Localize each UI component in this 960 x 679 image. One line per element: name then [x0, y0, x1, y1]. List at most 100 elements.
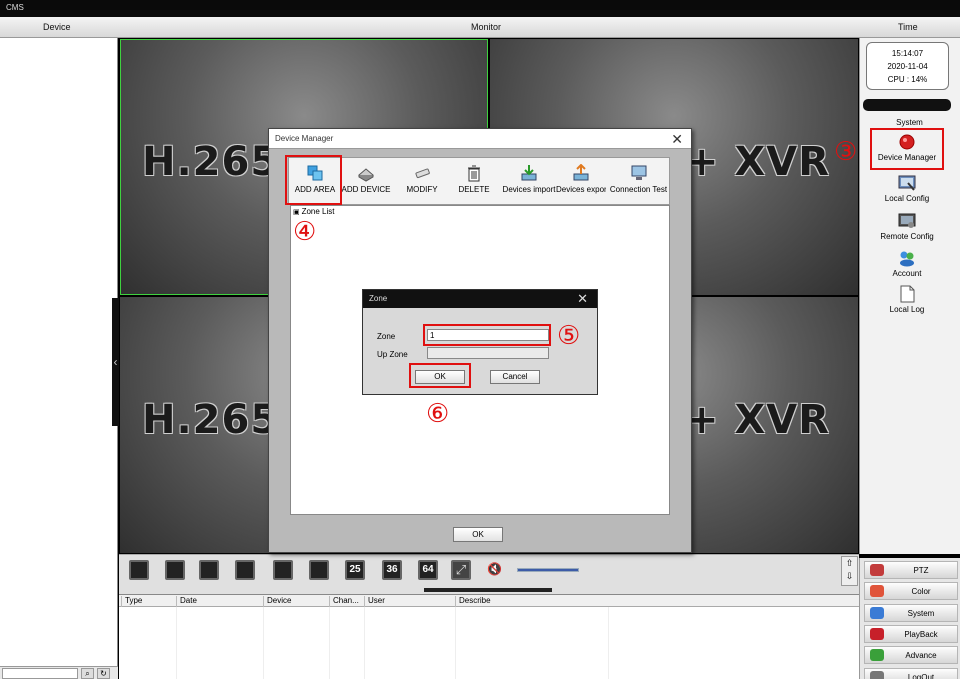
menu-item-label: LogOut — [907, 672, 935, 679]
local-config-icon — [898, 175, 916, 191]
layout-button-9[interactable]: 64 — [418, 560, 438, 580]
callout-box-add-area — [285, 155, 342, 205]
callout-box-device-manager — [870, 128, 944, 170]
column-divider — [455, 607, 456, 679]
callout-step-4: ④ — [293, 217, 317, 247]
zone-dialog-title: Zone — [363, 290, 597, 308]
zone-list-header[interactable]: ▣ Zone List — [293, 207, 334, 216]
color-icon — [870, 585, 884, 598]
layout-button-1[interactable] — [129, 560, 149, 580]
layout-button-3[interactable] — [199, 560, 219, 580]
devices-import-button[interactable]: Devices import — [502, 158, 556, 205]
panel-collapse-handle[interactable]: ‹ — [112, 298, 119, 426]
status-clock: 15:14:07 2020-11-04 CPU : 14% — [866, 42, 949, 90]
layout-button-6[interactable] — [309, 560, 329, 580]
advance-icon — [870, 649, 884, 662]
layout-button-5[interactable] — [273, 560, 293, 580]
device-manager-toolbar: ADD AREA ADD DEVICE MODIFY DELETE Device… — [288, 157, 670, 205]
col-user[interactable]: User — [364, 596, 385, 607]
devices-export-button[interactable]: Devices expor — [556, 158, 606, 205]
local-log-button[interactable]: Local Log — [870, 285, 944, 314]
callout-step-6: ⑥ — [426, 399, 450, 429]
layout-button-2[interactable] — [165, 560, 185, 580]
menu-item-label: System — [907, 608, 935, 618]
log-table: Type Date Device Chan... User Describe — [119, 594, 859, 679]
remote-config-label: Remote Config — [880, 232, 934, 241]
callout-step-3: ③ — [834, 137, 858, 167]
toolbar-scroll-arrows[interactable]: ⇧ ⇩ — [841, 556, 858, 586]
search-icon[interactable]: ⌕ — [81, 668, 94, 679]
column-divider — [608, 607, 609, 679]
local-config-label: Local Config — [884, 194, 930, 203]
app-title: CMS — [6, 3, 24, 12]
playback-icon — [870, 627, 884, 640]
device-manager-title: Device Manager — [269, 129, 691, 149]
zone-cancel-button[interactable]: Cancel — [490, 370, 540, 384]
column-divider — [176, 607, 177, 679]
monitor-section-header: Monitor — [471, 22, 502, 32]
column-divider — [263, 607, 264, 679]
export-icon — [573, 164, 589, 181]
system-icon — [870, 606, 884, 619]
menu-item-ptz[interactable]: PTZ — [864, 561, 958, 579]
menu-item-label: PTZ — [913, 566, 929, 575]
up-zone-label: Up Zone — [377, 350, 408, 359]
local-log-label: Local Log — [889, 305, 925, 314]
remote-config-button[interactable]: Remote Config — [870, 212, 944, 241]
callout-box-zone-input — [423, 324, 551, 346]
col-describe[interactable]: Describe — [455, 596, 491, 607]
app-title-bar: CMS — [0, 0, 960, 17]
device-search-bar: ⌕ ↻ — [0, 666, 118, 679]
account-icon — [900, 251, 914, 267]
close-icon[interactable]: ✕ — [671, 131, 683, 148]
device-tree-panel[interactable] — [0, 38, 118, 679]
col-channel[interactable]: Chan... — [329, 596, 359, 607]
account-label: Account — [892, 269, 922, 278]
add-device-button[interactable]: ADD DEVICE — [341, 158, 391, 205]
trash-icon — [468, 165, 480, 182]
layout-button-7[interactable]: 25 — [345, 560, 365, 580]
menu-item-advance[interactable]: Advance — [864, 646, 958, 665]
layout-button-8[interactable]: 36 — [382, 560, 402, 580]
column-divider — [364, 607, 365, 679]
log-table-header: Type Date Device Chan... User Describe — [119, 595, 859, 607]
refresh-icon[interactable]: ↻ — [97, 668, 110, 679]
device-manager-ok-button[interactable]: OK — [453, 527, 503, 542]
col-device[interactable]: Device — [263, 596, 291, 607]
menu-item-label: Advance — [905, 651, 937, 661]
layout-button-4[interactable] — [235, 560, 255, 580]
cpu-usage: CPU : 14% — [887, 75, 928, 84]
menu-item-label: Color — [911, 587, 931, 597]
modify-icon — [415, 168, 430, 179]
up-zone-select[interactable] — [427, 347, 549, 359]
close-icon[interactable]: ✕ — [577, 291, 588, 307]
delete-button[interactable]: DELETE — [451, 158, 497, 205]
clock-time: 15:14:07 — [891, 49, 924, 58]
menu-item-color[interactable]: Color — [864, 582, 958, 601]
menu-item-playback[interactable]: PlayBack — [864, 624, 958, 643]
connection-test-button[interactable]: Connection Test — [607, 158, 670, 205]
menu-item-logout[interactable]: LogOut — [864, 667, 958, 679]
volume-slider[interactable] — [517, 568, 579, 572]
local-config-button[interactable]: Local Config — [870, 174, 944, 203]
account-button[interactable]: Account — [870, 249, 944, 278]
fullscreen-icon[interactable]: ⤢ — [451, 560, 471, 580]
device-search-input[interactable] — [2, 668, 78, 679]
callout-box-ok-button — [409, 363, 471, 388]
ptz-icon — [870, 564, 884, 576]
mute-icon[interactable]: 🔇 — [487, 562, 502, 576]
logout-icon — [870, 670, 884, 679]
column-divider — [329, 607, 330, 679]
col-date[interactable]: Date — [176, 596, 197, 607]
system-section-title: System — [896, 118, 923, 127]
add-device-icon — [358, 168, 374, 182]
modify-button[interactable]: MODIFY — [399, 158, 445, 205]
toolbar-collapse-tab[interactable] — [424, 588, 552, 592]
tile-brand-text: + XVR — [685, 139, 831, 185]
tree-node-icon: ▣ — [293, 209, 302, 216]
tile-brand-text: + XVR — [685, 397, 831, 443]
menu-item-system[interactable]: System — [864, 603, 958, 622]
time-section-header: Time — [898, 22, 918, 32]
col-type[interactable]: Type — [121, 596, 142, 607]
menu-item-label: PlayBack — [904, 629, 938, 639]
